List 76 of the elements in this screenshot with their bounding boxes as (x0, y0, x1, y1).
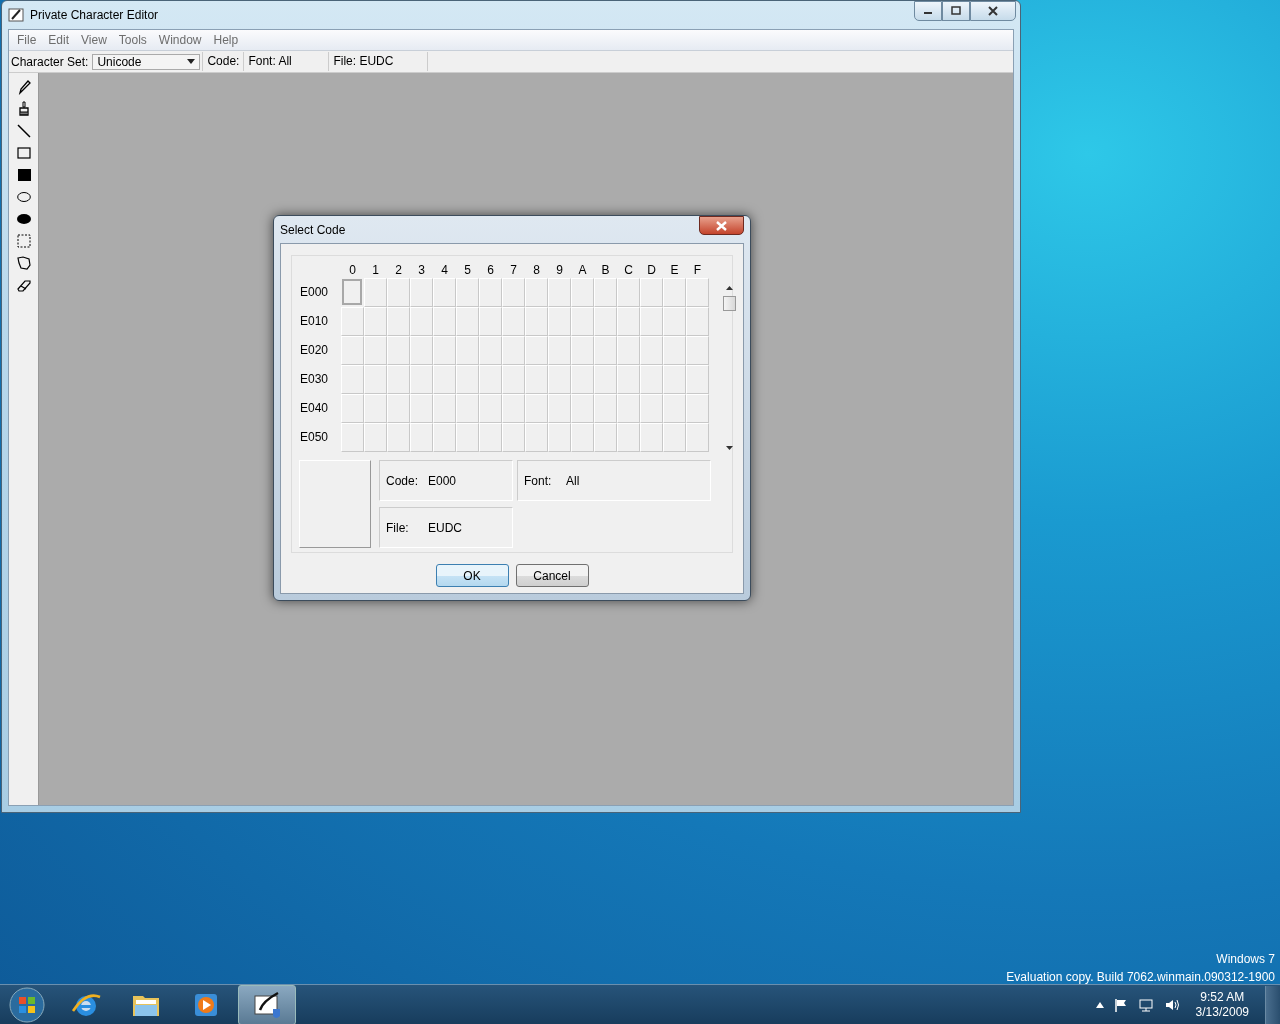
pen-on-page-icon[interactable] (251, 989, 283, 1021)
row-header: E030 (299, 371, 330, 388)
close-button[interactable] (699, 216, 744, 235)
filled-ellipse-icon[interactable] (15, 211, 32, 227)
rectangle-icon[interactable] (15, 145, 32, 161)
cancel-button[interactable]: Cancel (515, 564, 589, 587)
file-label: File: (386, 520, 410, 535)
column-header: 2 (394, 262, 403, 278)
maximize-icon (951, 6, 961, 16)
column-header: 8 (532, 262, 541, 278)
clock[interactable]: 9:52 AM 3/13/2009 (1189, 990, 1255, 1020)
column-header: F (692, 262, 703, 278)
dashed-rectangle-icon[interactable] (15, 233, 32, 249)
column-header: 5 (463, 262, 472, 278)
column-header: B (600, 262, 611, 278)
menu-item[interactable]: View (75, 33, 113, 47)
column-header: 6 (486, 262, 495, 278)
dialog-title: Select Code (280, 222, 346, 237)
charset-dropdown[interactable]: Unicode (92, 53, 201, 70)
scroll-thumb[interactable] (723, 296, 736, 311)
maximize-button[interactable] (942, 1, 970, 21)
column-header: C (623, 262, 634, 278)
menu-item[interactable]: Window (152, 33, 208, 47)
show-desktop-button[interactable] (1265, 986, 1280, 1024)
column-header: 9 (555, 262, 564, 278)
scroll-up-icon (726, 286, 733, 290)
dropdown-arrow-icon (187, 59, 196, 64)
minimize-button[interactable] (914, 1, 942, 21)
network-icon[interactable] (1137, 998, 1154, 1012)
date-text: 3/13/2009 (1195, 1005, 1249, 1020)
font-value: All (566, 473, 580, 488)
start-button-icon[interactable] (9, 987, 45, 1023)
row-header: E000 (299, 284, 330, 301)
build-text: Evaluation copy. Build 7062.winmain.090312-1900 (1006, 969, 1275, 986)
menu-item[interactable]: Help (207, 33, 245, 47)
freeform-shape-icon[interactable] (15, 255, 32, 271)
column-header: 1 (371, 262, 380, 278)
file-label: File: EUDC (328, 52, 429, 71)
font-label: Font: All (243, 52, 329, 71)
show-hidden-icons-icon[interactable] (1095, 1002, 1104, 1008)
code-cell[interactable] (342, 279, 362, 305)
ok-button[interactable]: OK (435, 564, 509, 587)
column-header: 0 (348, 262, 357, 278)
code-value: E000 (428, 473, 457, 488)
time-text: 9:52 AM (1199, 990, 1246, 1005)
close-icon (716, 220, 727, 231)
close-button[interactable] (970, 1, 1016, 21)
eraser-icon[interactable] (15, 277, 32, 293)
pen-icon (8, 7, 24, 23)
column-header: 7 (509, 262, 518, 278)
flag-icon[interactable] (1113, 998, 1128, 1012)
column-header: E (669, 262, 680, 278)
edition-text: Windows 7 (1215, 951, 1275, 968)
scroll-down-icon (726, 446, 733, 450)
column-header: A (577, 262, 588, 278)
ellipse-icon[interactable] (15, 189, 32, 205)
line-icon[interactable] (15, 123, 32, 139)
speaker-icon[interactable] (1163, 998, 1180, 1012)
row-header: E010 (299, 313, 330, 330)
row-header: E020 (299, 342, 330, 359)
column-header: 3 (417, 262, 426, 278)
code-label: Code: (386, 473, 420, 488)
file-value: EUDC (428, 520, 462, 535)
column-header: 4 (440, 262, 449, 278)
charset-label: Character Set: (10, 54, 90, 69)
row-header: E050 (299, 429, 330, 446)
column-header: D (646, 262, 657, 278)
close-icon (988, 6, 998, 16)
row-header: E040 (299, 400, 330, 417)
menu-item[interactable]: Tools (112, 33, 153, 47)
window-title: Private Character Editor (30, 8, 159, 22)
font-label: Font: (524, 473, 553, 488)
filled-rectangle-icon[interactable] (15, 167, 32, 183)
menu-item[interactable]: File (11, 33, 43, 47)
code-label: Code: (202, 52, 244, 71)
menu-item[interactable]: Edit (42, 33, 76, 47)
